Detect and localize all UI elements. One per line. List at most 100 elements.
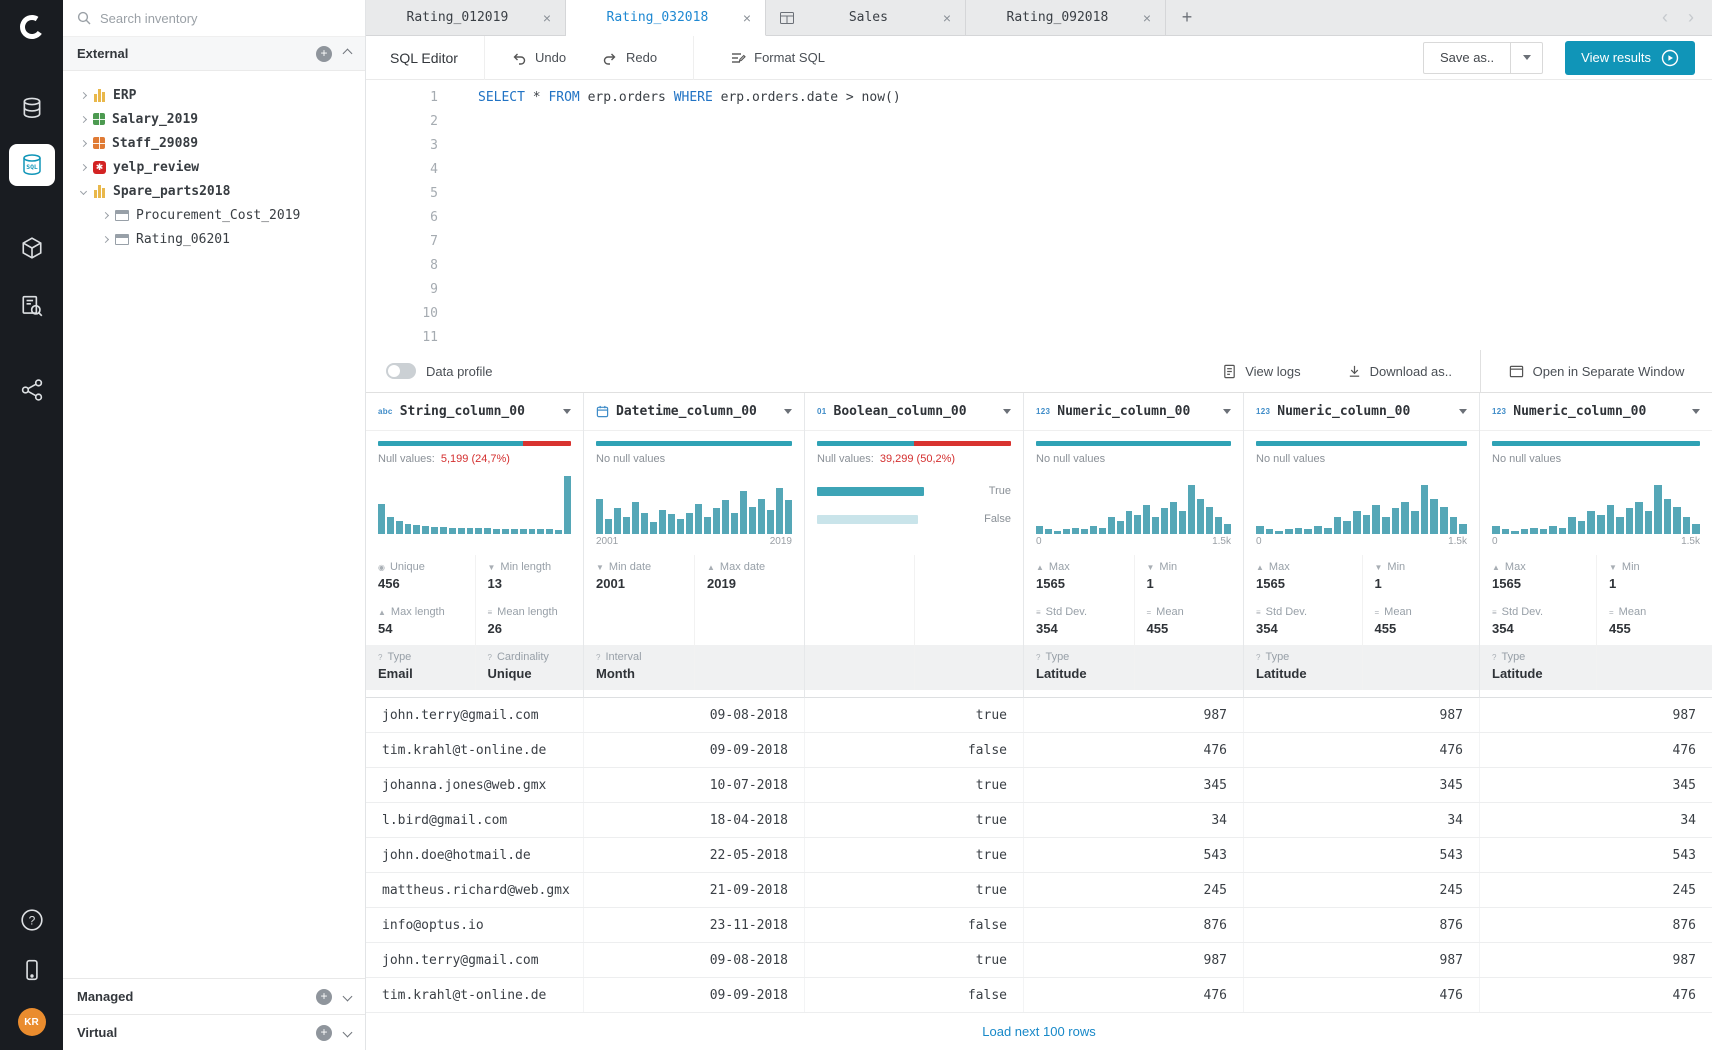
table-row[interactable]: johanna.jones@web.gmx10-07-2018true34534… [366,768,1712,803]
tab-close-icon[interactable]: × [743,10,751,26]
tabs-prev-icon[interactable]: ‹ [1662,7,1668,28]
code-editor[interactable]: 1234567891011 SELECT * FROM erp.orders W… [366,80,1712,350]
tree-item[interactable]: Salary_2019 [63,107,365,131]
column-header[interactable]: 01Boolean_column_00 [805,393,1023,431]
tab-close-icon[interactable]: × [943,10,951,26]
tree-item[interactable]: ERP [63,83,365,107]
chevron-right-icon[interactable] [102,235,109,242]
column-header[interactable]: 123Numeric_column_00 [1480,393,1712,431]
sql-editor-title: SQL Editor [390,50,458,66]
stat-label: =Mean [1147,606,1240,618]
add-managed-icon[interactable]: + [316,989,332,1005]
column-menu-icon[interactable] [1223,409,1231,414]
table-cell: 987 [1024,698,1244,732]
redo-button[interactable]: Redo [602,50,657,66]
column-header[interactable]: 123Numeric_column_00 [1024,393,1243,431]
help-icon[interactable]: ? [20,908,44,932]
chevron-right-icon[interactable] [80,139,87,146]
stat-value: Latitude [1036,666,1130,681]
undo-button[interactable]: Undo [511,50,566,66]
tree-item-label: Salary_2019 [112,112,198,127]
column-menu-icon[interactable] [563,409,571,414]
section-external[interactable]: External + [63,37,365,71]
tabs-next-icon[interactable]: › [1688,7,1694,28]
divider [484,36,485,80]
table-row[interactable]: john.doe@hotmail.de22-05-2018true5435435… [366,838,1712,873]
search-input[interactable] [100,11,351,26]
tree-item[interactable]: Procurement_Cost_2019 [63,203,365,227]
sql-editor-nav-active[interactable]: SQL [9,144,55,186]
section-virtual[interactable]: Virtual + [63,1014,365,1050]
line-number: 9 [366,278,438,302]
catalog-nav-icon[interactable] [20,294,44,318]
package-nav-icon[interactable] [20,236,44,260]
column-header[interactable]: abcString_column_00 [366,393,583,431]
table-row[interactable]: l.bird@gmail.com18-04-2018true343434 [366,803,1712,838]
table-row[interactable]: john.terry@gmail.com09-08-2018true987987… [366,698,1712,733]
column-menu-icon[interactable] [784,409,792,414]
column-menu-icon[interactable] [1692,409,1700,414]
table-row[interactable]: john.terry@gmail.com09-08-2018true987987… [366,943,1712,978]
tab[interactable]: Rating_092018× [966,0,1166,35]
section-external-label: External [77,46,304,61]
collapse-external-icon[interactable] [343,49,353,59]
line-number: 1 [366,86,438,110]
null-values-text: Null values:39,299 (50,2%) [817,453,1011,468]
column-menu-icon[interactable] [1459,409,1467,414]
view-logs-button[interactable]: View logs [1222,364,1300,379]
view-results-button[interactable]: View results [1565,41,1695,75]
table-row[interactable]: mattheus.richard@web.gmx21-09-2018true24… [366,873,1712,908]
app-logo[interactable] [17,12,47,42]
column-stats: ▼Min date2001▲Max date2019?IntervalMonth [584,555,804,690]
stat-icon: ▲ [707,563,715,572]
add-virtual-icon[interactable]: + [316,1025,332,1041]
table-cell: 18-04-2018 [584,803,805,837]
share-nav-icon[interactable] [20,378,44,402]
open-separate-window-button[interactable]: Open in Separate Window [1480,350,1712,393]
column-header[interactable]: 123Numeric_column_00 [1244,393,1479,431]
tab-close-icon[interactable]: × [543,10,551,26]
table-row[interactable]: info@optus.io23-11-2018false876876876 [366,908,1712,943]
tree-item[interactable]: ✱yelp_review [63,155,365,179]
section-managed[interactable]: Managed + [63,978,365,1014]
new-tab-button[interactable]: + [1166,0,1208,35]
download-as-button[interactable]: Download as.. [1347,364,1452,379]
sql-icon: SQL [19,152,45,178]
load-more-link[interactable]: Load next 100 rows [982,1024,1095,1039]
database-nav-icon[interactable] [20,96,44,120]
table-cell: 476 [1480,978,1712,1012]
tree-item[interactable]: Staff_29089 [63,131,365,155]
expand-managed-icon[interactable] [343,992,353,1002]
section-virtual-label: Virtual [77,1025,304,1040]
stat-cell: ▼Min1 [1596,555,1712,600]
tab[interactable]: Rating_012019× [366,0,566,35]
code-area[interactable]: SELECT * FROM erp.orders WHERE erp.order… [454,86,1712,350]
mobile-icon[interactable] [20,958,44,982]
add-external-icon[interactable]: + [316,46,332,62]
format-sql-button[interactable]: Format SQL [730,50,825,66]
chevron-down-icon[interactable] [80,187,87,194]
tab-close-icon[interactable]: × [1143,10,1151,26]
table-cell: true [805,943,1024,977]
expand-virtual-icon[interactable] [343,1028,353,1038]
column-menu-icon[interactable] [1003,409,1011,414]
chevron-right-icon[interactable] [80,91,87,98]
save-as-button[interactable]: Save as.. [1423,42,1511,74]
table-row[interactable]: tim.krahl@t-online.de09-09-2018false4764… [366,978,1712,1013]
tab[interactable]: Sales× [766,0,966,35]
user-avatar[interactable]: KR [18,1008,46,1036]
tree-item[interactable]: Spare_parts2018 [63,179,365,203]
chevron-right-icon[interactable] [80,115,87,122]
chevron-right-icon[interactable] [80,163,87,170]
stat-cell: ▼Min length13 [475,555,584,600]
tab[interactable]: Rating_032018× [566,0,766,36]
table-cell: john.doe@hotmail.de [366,838,584,872]
chevron-right-icon[interactable] [102,211,109,218]
data-profile-toggle[interactable] [386,363,416,379]
column-header[interactable]: Datetime_column_00 [584,393,804,431]
save-as-caret-button[interactable] [1511,42,1543,74]
table-cell: 987 [1244,698,1480,732]
line-number: 7 [366,230,438,254]
tree-item[interactable]: Rating_06201 [63,227,365,251]
table-row[interactable]: tim.krahl@t-online.de09-09-2018false4764… [366,733,1712,768]
